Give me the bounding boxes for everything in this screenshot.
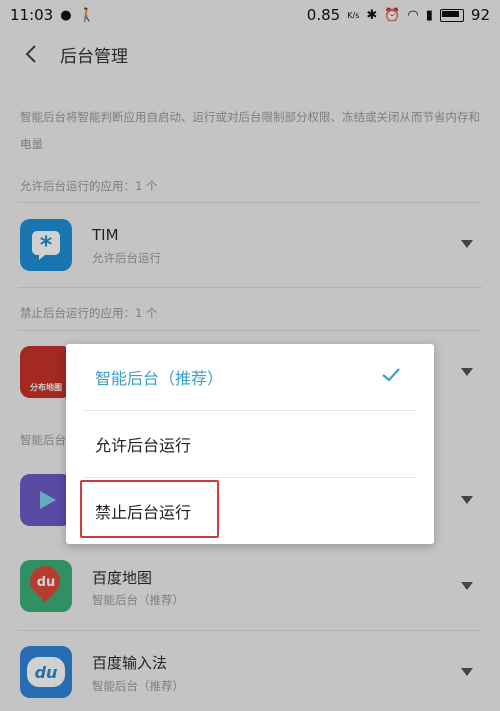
menu-option-label: 智能后台（推荐）: [95, 369, 224, 388]
highlight-box: [80, 480, 219, 538]
menu-option-allow[interactable]: 允许后台运行: [66, 411, 434, 477]
menu-option-label: 允许后台运行: [95, 436, 192, 455]
menu-option-smart[interactable]: 智能后台（推荐）: [66, 344, 434, 410]
check-icon: [382, 368, 400, 382]
